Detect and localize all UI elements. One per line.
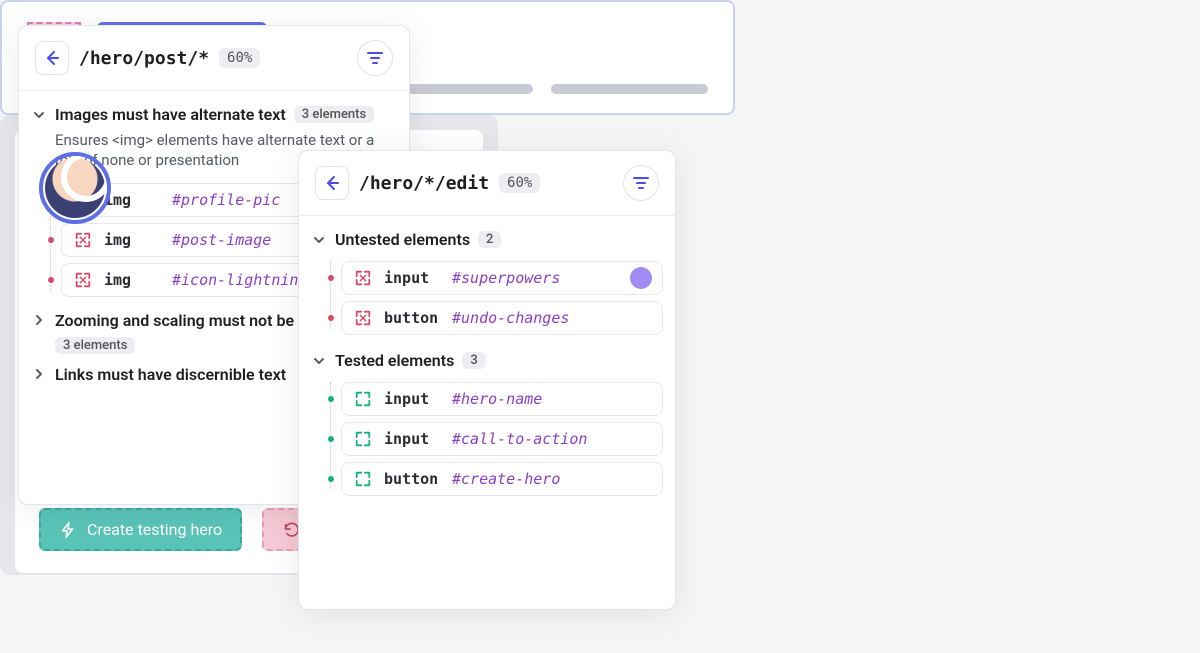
issue-section-title: Images must have alternate text: [55, 105, 286, 124]
element-tag: input: [384, 390, 440, 408]
avatar-face: [45, 158, 105, 218]
element-selector: #undo-changes: [452, 309, 569, 327]
elements-count: 3: [462, 352, 485, 369]
target-pass-icon: [354, 390, 372, 408]
issue-section-title: Links must have discernible text: [55, 365, 286, 384]
element-row[interactable]: button #undo-changes: [341, 301, 663, 335]
element-tag: input: [384, 269, 440, 287]
target-pass-icon: [354, 430, 372, 448]
bolt-icon: [59, 521, 77, 539]
coverage-percent: 60%: [219, 48, 260, 68]
element-row[interactable]: input #superpowers: [341, 261, 663, 295]
element-selector: #call-to-action: [452, 430, 587, 448]
button-label: Create testing hero: [87, 520, 222, 539]
element-row[interactable]: input #hero-name: [341, 382, 663, 416]
chevron-right-icon: [31, 313, 47, 327]
elements-count: 2: [478, 231, 501, 248]
highlight-marker: [630, 267, 652, 289]
target-fail-icon: [74, 271, 92, 289]
issue-section-title: Zooming and scaling must not be: [55, 311, 294, 330]
element-tag: button: [384, 470, 440, 488]
target-fail-icon: [354, 269, 372, 287]
issues-panel-hero-edit: /hero/*/edit 60% Untested elements 2 inp…: [298, 150, 676, 610]
element-row[interactable]: input #call-to-action: [341, 422, 663, 456]
issue-count-badge: 3 elements: [55, 337, 135, 354]
element-tag: input: [384, 430, 440, 448]
element-tag: img: [104, 191, 160, 209]
chevron-right-icon: [31, 367, 47, 381]
filter-button[interactable]: [357, 40, 393, 76]
element-tag: img: [104, 271, 160, 289]
route-path: /hero/post/*: [79, 48, 209, 69]
filter-icon: [367, 50, 383, 66]
chevron-down-icon: [31, 108, 47, 122]
filter-button[interactable]: [623, 165, 659, 201]
element-selector: #superpowers: [452, 269, 560, 287]
element-selector: #create-hero: [452, 470, 560, 488]
create-hero-button[interactable]: Create testing hero: [39, 508, 242, 551]
target-fail-icon: [74, 231, 92, 249]
target-pass-icon: [354, 470, 372, 488]
back-button[interactable]: [315, 166, 349, 200]
arrow-left-icon: [44, 50, 60, 66]
element-tag: button: [384, 309, 440, 327]
placeholder-line: [551, 84, 708, 94]
element-selector: #profile-pic: [172, 191, 280, 209]
back-button[interactable]: [35, 41, 69, 75]
route-path: /hero/*/edit: [359, 173, 489, 194]
elements-section-toggle[interactable]: Untested elements 2: [311, 224, 663, 255]
panel-header: /hero/post/* 60%: [19, 26, 409, 91]
issue-count-badge: 3 elements: [294, 106, 374, 123]
elements-section-toggle[interactable]: Tested elements 3: [311, 345, 663, 376]
elements-section-title: Tested elements: [335, 351, 454, 370]
issue-section-toggle[interactable]: Images must have alternate text 3 elemen…: [31, 99, 397, 130]
element-selector: #hero-name: [452, 390, 542, 408]
target-fail-icon: [354, 309, 372, 327]
avatar: [39, 152, 111, 224]
elements-section-title: Untested elements: [335, 230, 470, 249]
element-tag: img: [104, 231, 160, 249]
chevron-down-icon: [311, 233, 327, 247]
element-row[interactable]: button #create-hero: [341, 462, 663, 496]
filter-icon: [633, 175, 649, 191]
chevron-down-icon: [311, 354, 327, 368]
panel-header: /hero/*/edit 60%: [299, 151, 675, 216]
arrow-left-icon: [324, 175, 340, 191]
element-selector: #icon-lightning: [172, 271, 307, 289]
coverage-percent: 60%: [499, 173, 540, 193]
element-selector: #post-image: [172, 231, 271, 249]
